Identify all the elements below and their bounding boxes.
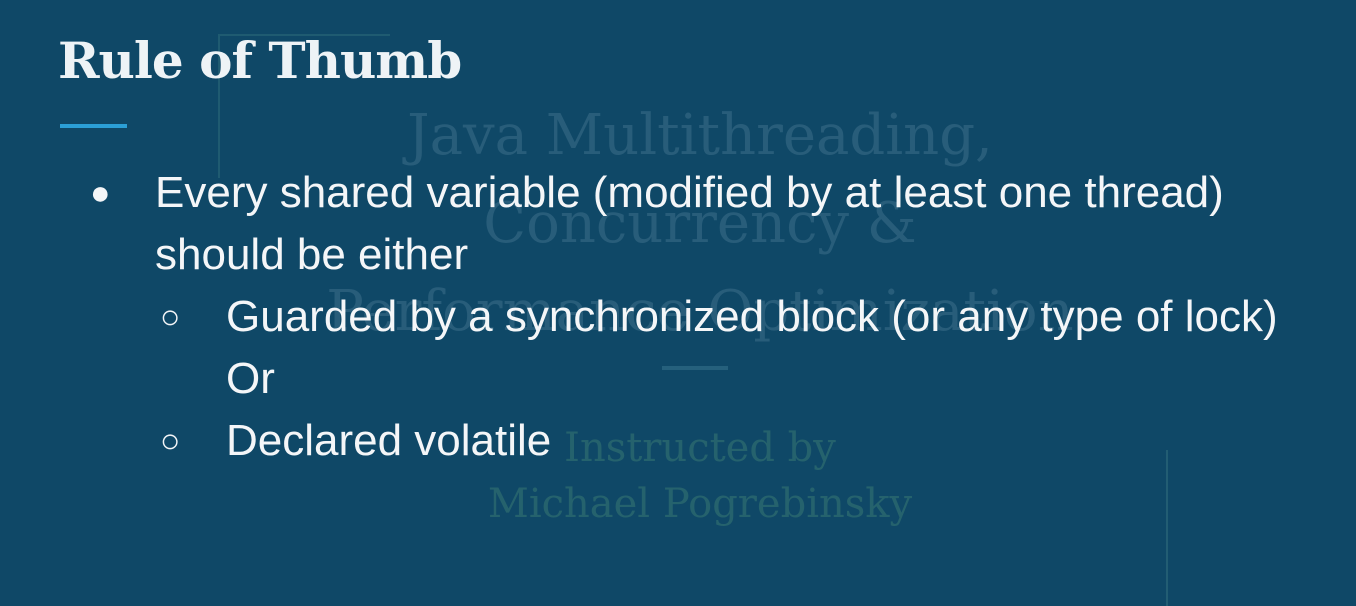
bullet-item: ● Every shared variable (modified by at …: [0, 162, 1356, 286]
sub-bullet-text: Or: [226, 354, 275, 403]
slide-body: ● Every shared variable (modified by at …: [0, 162, 1356, 472]
sub-bullet-text: Guarded by a synchronized block (or any …: [226, 292, 1278, 341]
sub-bullet-text: Declared volatile: [226, 416, 552, 465]
slide-title: Rule of Thumb: [58, 31, 462, 90]
bullet-circle-icon: ○: [160, 422, 181, 460]
bullet-text: Every shared variable (modified by at le…: [155, 168, 1224, 279]
title-accent-line: [60, 124, 127, 128]
bullet-dot-icon: ●: [90, 174, 111, 212]
sub-bullet-connector: Or: [0, 348, 1356, 410]
sub-bullet-item: ○ Guarded by a synchronized block (or an…: [0, 286, 1356, 348]
watermark-frame-right: [1166, 450, 1168, 606]
sub-bullet-item: ○ Declared volatile: [0, 410, 1356, 472]
slide: Java Multithreading, Concurrency & Perfo…: [0, 0, 1356, 606]
bullet-circle-icon: ○: [160, 298, 181, 336]
